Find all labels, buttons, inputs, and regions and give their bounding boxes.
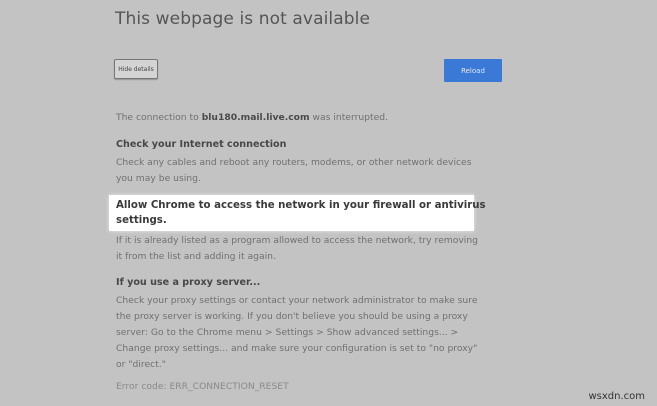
hide-details-button[interactable]: Hide details: [114, 59, 158, 79]
firewall-heading-line-2: settings.: [116, 215, 167, 226]
host-name: blu180.mail.live.com: [201, 112, 310, 123]
internet-heading: Check your Internet connection: [116, 139, 287, 150]
internet-line-1: Check any cables and reboot any routers,…: [116, 157, 472, 168]
error-code: Error code: ERR_CONNECTION_RESET: [116, 381, 289, 392]
proxy-line-2: the proxy server is working. If you don'…: [116, 311, 468, 322]
internet-line-2: you may be using.: [116, 173, 201, 184]
proxy-line-1: Check your proxy settings or contact you…: [116, 295, 478, 306]
firewall-highlight: Allow Chrome to access the network in yo…: [109, 195, 486, 231]
error-page: This webpage is not available Hide detai…: [0, 0, 657, 406]
firewall-heading-line-1: Allow Chrome to access the network in yo…: [116, 200, 486, 211]
firewall-line-1: If it is already listed as a program all…: [116, 235, 478, 246]
page-title: This webpage is not available: [115, 9, 371, 29]
firewall-line-2: it from the list and adding it again.: [116, 251, 276, 262]
proxy-line-5: or "direct.": [116, 359, 166, 370]
proxy-heading: If you use a proxy server...: [116, 277, 261, 288]
proxy-line-3: server: Go to the Chrome menu > Settings…: [116, 327, 459, 338]
reload-button[interactable]: Reload: [444, 59, 502, 82]
connection-suffix: was interrupted.: [309, 112, 389, 123]
watermark: wsxdn.com: [588, 391, 645, 402]
proxy-line-4: Change proxy settings... and make sure y…: [116, 343, 478, 354]
firewall-heading: Allow Chrome to access the network in yo…: [116, 198, 486, 228]
connection-prefix: The connection to: [116, 112, 202, 123]
connection-message: The connection to blu180.mail.live.com w…: [116, 110, 388, 126]
